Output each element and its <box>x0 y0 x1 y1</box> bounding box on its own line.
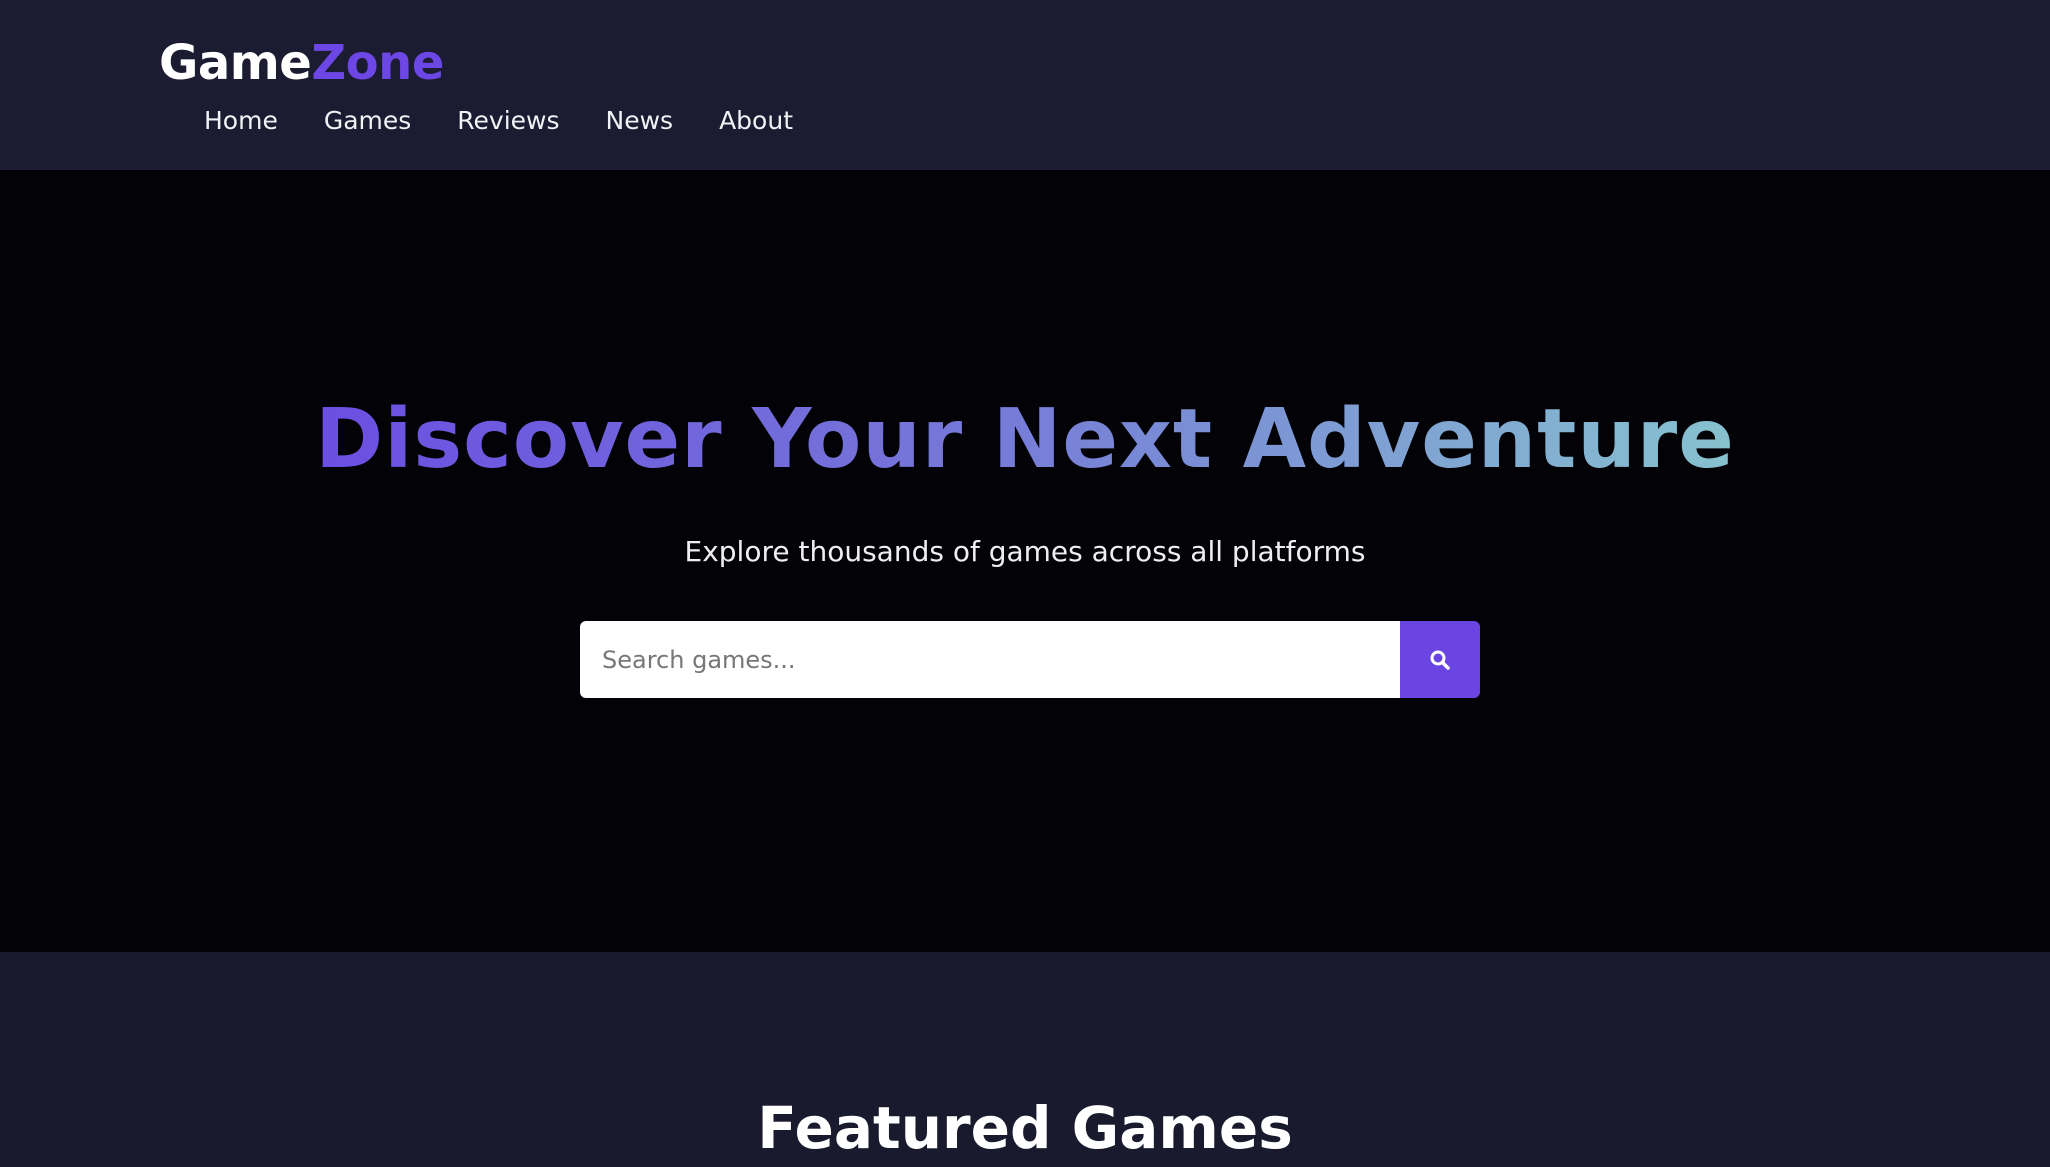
logo-text-zone: Zone <box>311 35 444 91</box>
site-logo[interactable]: GameZone <box>159 30 444 96</box>
hero-section: Discover Your Next Adventure Explore tho… <box>0 170 2050 952</box>
hero-title: Discover Your Next Adventure <box>0 390 2050 490</box>
search-bar <box>580 621 1480 698</box>
search-icon <box>1429 649 1451 671</box>
hero-title-text: Discover Your Next Adventure <box>315 392 1735 487</box>
nav-item-news[interactable]: News <box>606 100 674 142</box>
nav-item-home[interactable]: Home <box>204 100 278 142</box>
nav-item-about[interactable]: About <box>719 100 793 142</box>
hero-subtitle: Explore thousands of games across all pl… <box>684 535 1366 568</box>
featured-section: Featured Games <box>0 952 2050 1167</box>
nav-item-reviews[interactable]: Reviews <box>457 100 559 142</box>
site-header: GameZone Home Games Reviews News About <box>0 0 2050 170</box>
main-nav: Home Games Reviews News About <box>204 100 839 142</box>
logo-text-game: Game <box>159 35 312 91</box>
nav-item-games[interactable]: Games <box>324 100 411 142</box>
search-button[interactable] <box>1400 621 1480 698</box>
featured-title: Featured Games <box>757 1094 1293 1162</box>
search-input[interactable] <box>580 621 1400 698</box>
